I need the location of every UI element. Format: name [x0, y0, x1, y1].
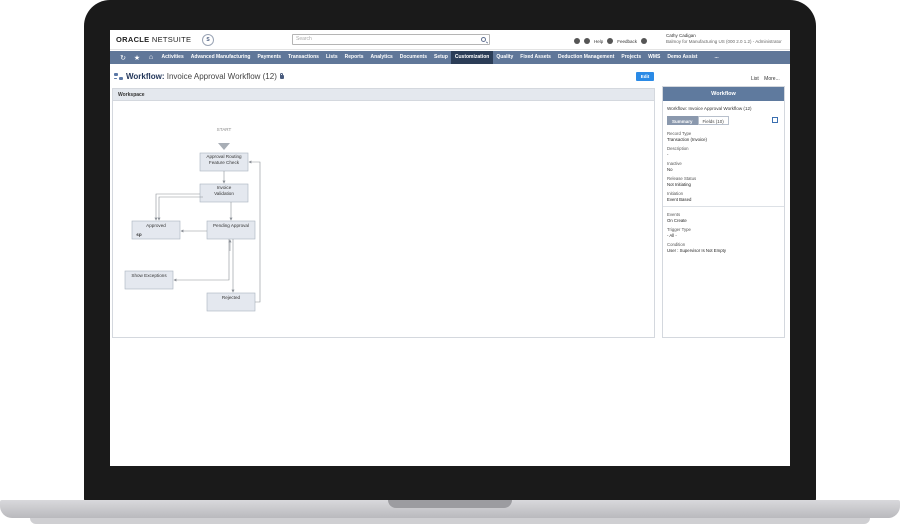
nav-wms[interactable]: WMS [645, 51, 664, 64]
logo-oracle: ORACLE [116, 35, 150, 44]
prop-value: Transaction (Invoice) [667, 136, 707, 142]
tab-summary[interactable]: Summary [667, 116, 698, 125]
prop-value: - [667, 151, 669, 157]
approved-end-marker: єр [136, 232, 142, 237]
account-badge-icon[interactable]: S [202, 34, 214, 46]
laptop-foot [30, 518, 870, 524]
approved-label: Approved [146, 223, 166, 228]
home-icon[interactable]: ⌂ [144, 54, 158, 61]
recent-records-icon[interactable]: ↻ [116, 54, 130, 62]
app-screen: ORACLE NETSUITE S Search Help Feedback C… [110, 30, 790, 466]
show-exceptions-label: Show Exceptions [131, 273, 167, 278]
nav-analytics[interactable]: Analytics [367, 51, 396, 64]
more-link[interactable]: More... [764, 76, 780, 82]
rejected-label: Rejected [221, 295, 241, 300]
nav-lists[interactable]: Lists [322, 51, 341, 64]
help-icon[interactable] [584, 38, 590, 44]
prop-description: Description - [667, 146, 783, 157]
prop-trigger-type: Trigger Type - All - [667, 227, 783, 238]
workflow-side-panel: Workflow Workflow: Invoice Approval Work… [662, 86, 785, 338]
user-avatar-icon[interactable] [641, 38, 648, 44]
prop-condition: Condition User : Supervisor Is Not Empty [667, 242, 783, 253]
workspace-heading: Workspace [113, 89, 654, 101]
start-label: START [216, 127, 232, 132]
nav-quality[interactable]: Quality [493, 51, 517, 64]
user-menu[interactable]: Cathy Cadigan Balmoy for Manufacturing U… [666, 33, 782, 45]
start-marker-icon [218, 143, 230, 150]
nav-documents[interactable]: Documents [396, 51, 430, 64]
favorites-star-icon[interactable]: ★ [130, 54, 144, 62]
prop-events: Events On Create [667, 212, 783, 223]
pending-approval-label: Pending Approval [212, 223, 249, 228]
feedback-icon[interactable] [607, 38, 614, 44]
prop-value: No [667, 166, 673, 172]
edit-button[interactable]: Edit [636, 72, 654, 81]
nav-fixed-assets[interactable]: Fixed Assets [517, 51, 555, 64]
nav-transactions[interactable]: Transactions [285, 51, 323, 64]
side-panel-title: Workflow: Invoice Approval Workflow (12) [667, 106, 752, 111]
logo-netsuite: NETSUITE [151, 35, 192, 44]
workflow-icon [114, 73, 123, 80]
side-panel-heading: Workflow [663, 87, 784, 101]
prop-value: - All - [667, 232, 677, 238]
nav-customization[interactable]: Customization [451, 51, 493, 64]
prop-inactive: Inactive No [667, 161, 783, 172]
divider [663, 206, 784, 207]
recent-users-icon[interactable] [574, 38, 580, 44]
nav-demo-assist[interactable]: Demo Assist [664, 51, 701, 64]
nav-projects[interactable]: Projects [618, 51, 645, 64]
workflow-properties: Record Type Transaction (Invoice) Descri… [663, 131, 784, 257]
tab-fields[interactable]: Fields (10) [697, 116, 729, 125]
prop-value: On Create [667, 217, 687, 223]
feedback-link[interactable]: Feedback [617, 39, 637, 44]
search-placeholder: Search [296, 36, 312, 42]
prop-value: Event Based [667, 196, 692, 202]
transition-validation-to-approved [154, 193, 200, 221]
prop-value: User : Supervisor Is Not Empty [667, 247, 726, 253]
main-nav: ↻ ★ ⌂ Activities Advanced Manufacturing … [110, 51, 790, 64]
netsuite-logo[interactable]: ORACLE NETSUITE [116, 35, 191, 44]
prop-record-type: Record Type Transaction (Invoice) [667, 131, 783, 142]
workflow-diagram [124, 143, 261, 312]
top-header: ORACLE NETSUITE S Search Help Feedback C… [110, 30, 790, 50]
nav-payments[interactable]: Payments [254, 51, 285, 64]
laptop-notch [388, 500, 512, 508]
nav-more[interactable]: ... [711, 51, 722, 64]
page-title-value: Invoice Approval Workflow (12) [166, 72, 277, 81]
header-tools: Help Feedback [574, 36, 648, 46]
invoice-validation-label-2: Validation [214, 190, 234, 196]
list-link[interactable]: List [751, 76, 759, 82]
lock-icon [279, 72, 284, 79]
user-role: Balmoy for Manufacturing US (000 2.0 1.2… [666, 39, 782, 44]
search-icon[interactable] [481, 37, 486, 42]
prop-release-status: Release Status Not Initiating [667, 176, 783, 187]
open-external-icon[interactable] [772, 117, 778, 123]
transition-validation-to-approved-2 [157, 196, 203, 221]
global-search-input[interactable]: Search [292, 34, 490, 45]
help-link[interactable]: Help [594, 39, 603, 44]
approval-routing-label-2: Feature Check [208, 159, 240, 165]
prop-initiation: Initiation Event Based [667, 191, 783, 202]
page-title: Workflow: Invoice Approval Workflow (12) [114, 72, 284, 81]
nav-advanced-manufacturing[interactable]: Advanced Manufacturing [187, 51, 254, 64]
nav-setup[interactable]: Setup [431, 51, 452, 64]
page-links: List More... [751, 76, 780, 82]
transition-pending-to-exceptions [173, 239, 230, 282]
nav-deduction-management[interactable]: Deduction Management [554, 51, 617, 64]
workspace-panel: Workspace START Approval Routing Feature… [112, 88, 655, 338]
nav-activities[interactable]: Activities [158, 51, 187, 64]
prop-value: Not Initiating [667, 181, 691, 187]
side-panel-tabs: Summary Fields (10) [667, 116, 729, 125]
page-title-label: Workflow: [126, 72, 165, 81]
nav-reports[interactable]: Reports [341, 51, 367, 64]
